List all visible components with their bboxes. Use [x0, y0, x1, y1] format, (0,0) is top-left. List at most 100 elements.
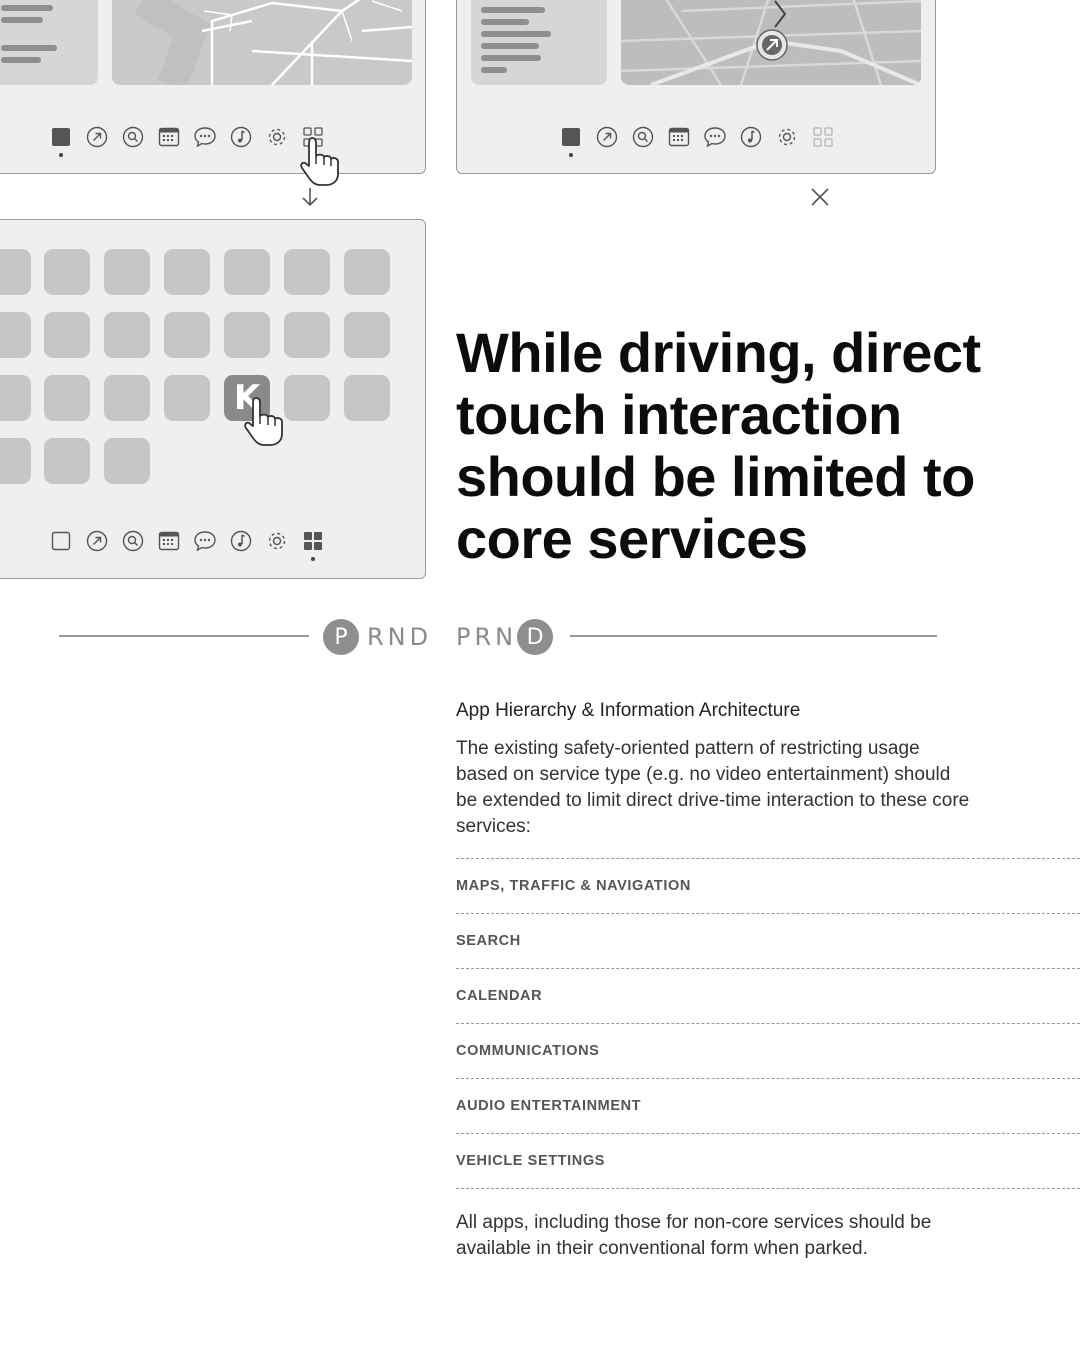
music-icon [230, 530, 252, 552]
dock-music[interactable] [223, 123, 259, 151]
app-tile[interactable] [104, 312, 150, 358]
home-icon [51, 531, 71, 551]
dock-settings[interactable] [259, 123, 295, 151]
search-icon [122, 530, 144, 552]
app-tile[interactable] [0, 375, 31, 421]
dock-music[interactable] [733, 123, 769, 151]
dock-messages[interactable] [187, 527, 223, 555]
active-indicator [569, 153, 573, 157]
app-tile[interactable] [44, 312, 90, 358]
app-tile[interactable] [0, 438, 31, 484]
dock-search[interactable] [115, 123, 151, 151]
text-line [481, 43, 539, 49]
app-dock [43, 123, 331, 157]
app-tile[interactable] [44, 438, 90, 484]
app-tile[interactable] [284, 249, 330, 295]
dock-navigation[interactable] [79, 123, 115, 151]
list-item: COMMUNICATIONS [456, 1023, 1080, 1078]
app-tile[interactable] [344, 312, 390, 358]
active-indicator [311, 557, 315, 561]
list-item: CALENDAR [456, 968, 1080, 1023]
dock-navigation[interactable] [589, 123, 625, 151]
app-tile[interactable] [224, 312, 270, 358]
divider-line [59, 635, 309, 637]
dock-messages[interactable] [187, 123, 223, 151]
app-dock [553, 123, 841, 157]
dock-calendar[interactable] [661, 123, 697, 151]
app-tile[interactable] [44, 375, 90, 421]
music-icon [230, 126, 252, 148]
app-tile[interactable] [164, 312, 210, 358]
app-tile[interactable] [0, 312, 31, 358]
info-card [0, 0, 98, 85]
app-tile[interactable] [104, 249, 150, 295]
gear-letters: RND [367, 623, 433, 651]
home-icon [52, 128, 70, 146]
music-icon [740, 126, 762, 148]
dock-messages[interactable] [697, 123, 733, 151]
gear-indicator-drive: PRN D [456, 618, 554, 656]
core-services-list: MAPS, TRAFFIC & NAVIGATION SEARCH CALEND… [456, 858, 1080, 1189]
calendar-icon [158, 127, 180, 147]
text-line [1, 5, 53, 11]
dock-search[interactable] [115, 527, 151, 555]
dock-home[interactable] [43, 123, 79, 157]
calendar-icon [668, 127, 690, 147]
dock-settings[interactable] [769, 123, 805, 151]
dock-apps[interactable] [295, 527, 331, 561]
settings-icon [778, 128, 796, 146]
app-grid-screen: K [0, 219, 426, 579]
dock-search[interactable] [625, 123, 661, 151]
section-title: App Hierarchy & Information Architecture [456, 700, 801, 721]
dock-settings[interactable] [259, 527, 295, 555]
app-tile[interactable] [44, 249, 90, 295]
text-line [481, 55, 541, 61]
gear-letters: PRN [456, 623, 518, 651]
messages-icon [704, 127, 726, 148]
gear-active-badge: D [517, 619, 554, 655]
text-line [481, 67, 507, 73]
dock-apps-disabled [805, 123, 841, 151]
info-card [471, 0, 607, 85]
location-arrow-icon [756, 29, 788, 61]
home-icon [562, 128, 580, 146]
dock-navigation[interactable] [79, 527, 115, 555]
settings-icon [268, 532, 286, 550]
app-tile[interactable] [0, 249, 31, 295]
app-tile[interactable] [224, 249, 270, 295]
list-item: VEHICLE SETTINGS [456, 1133, 1080, 1188]
apps-grid-icon [813, 127, 833, 147]
map-view[interactable] [112, 0, 412, 85]
app-tile[interactable] [344, 249, 390, 295]
text-line [481, 31, 551, 37]
messages-icon [194, 531, 216, 552]
dock-calendar[interactable] [151, 527, 187, 555]
text-line [481, 19, 529, 25]
app-tile[interactable] [164, 375, 210, 421]
dock-music[interactable] [223, 527, 259, 555]
app-tile[interactable] [164, 249, 210, 295]
arrow-down-icon [302, 188, 318, 207]
text-line [481, 7, 545, 13]
close-icon [811, 188, 829, 206]
text-line [1, 17, 43, 23]
apps-grid-icon [304, 532, 322, 550]
app-tile[interactable] [104, 375, 150, 421]
driving-dashboard-screen [456, 0, 936, 174]
app-tile[interactable] [344, 375, 390, 421]
closing-paragraph: All apps, including those for non-core s… [456, 1212, 932, 1259]
dock-calendar[interactable] [151, 123, 187, 151]
app-tile[interactable] [284, 312, 330, 358]
navigation-map [621, 0, 921, 85]
tap-hand-icon [244, 397, 283, 446]
dock-home[interactable] [43, 527, 79, 555]
messages-icon [194, 127, 216, 148]
dock-home[interactable] [553, 123, 589, 157]
settings-icon [268, 128, 286, 146]
intro-paragraph: The existing safety-oriented pattern of … [456, 738, 970, 837]
list-item: MAPS, TRAFFIC & NAVIGATION [456, 858, 1080, 913]
navigation-icon [86, 530, 108, 552]
divider-line [570, 635, 937, 637]
app-tile[interactable] [104, 438, 150, 484]
gear-active-badge: P [323, 619, 359, 655]
